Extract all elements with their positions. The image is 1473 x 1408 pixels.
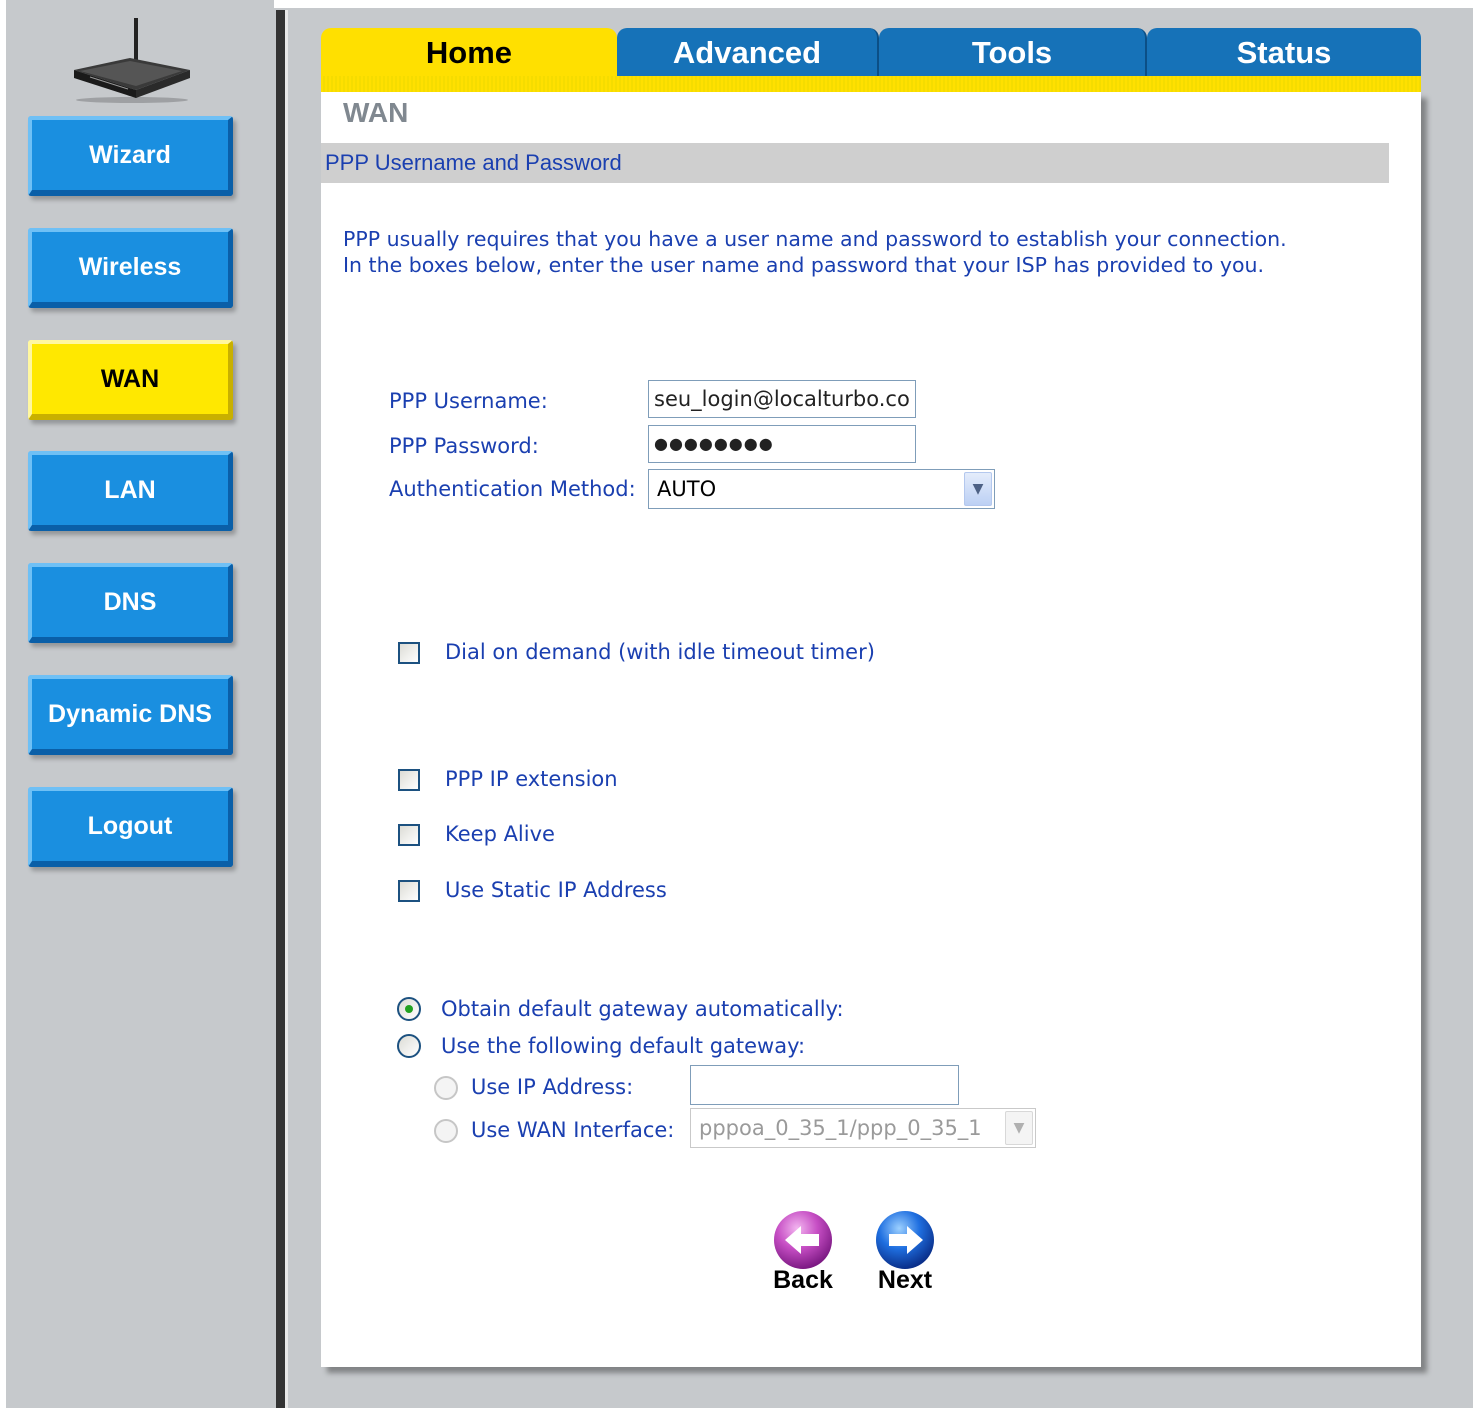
tab-advanced[interactable]: Advanced bbox=[617, 28, 879, 78]
tab-status[interactable]: Status bbox=[1147, 28, 1421, 78]
sidebar-item-wan[interactable]: WAN bbox=[28, 340, 233, 420]
content-panel: WAN PPP Username and Password PPP usuall… bbox=[321, 92, 1421, 1367]
sidebar-divider-highlight bbox=[285, 10, 288, 1408]
next-label: Next bbox=[877, 1266, 933, 1294]
wan-interface-value: pppoa_0_35_1/ppp_0_35_1 bbox=[699, 1116, 982, 1140]
sidebar-item-logout[interactable]: Logout bbox=[28, 787, 233, 867]
wan-interface-select[interactable]: pppoa_0_35_1/ppp_0_35_1 ▼ bbox=[690, 1108, 1036, 1148]
keep-alive-label: Keep Alive bbox=[445, 822, 555, 846]
use-following-gateway-label: Use the following default gateway: bbox=[441, 1034, 806, 1058]
router-icon bbox=[74, 18, 190, 103]
sidebar-item-dns[interactable]: DNS bbox=[28, 563, 233, 643]
next-button[interactable]: Next bbox=[869, 1210, 941, 1295]
gateway-ip-input[interactable] bbox=[690, 1065, 959, 1105]
password-label: PPP Password: bbox=[389, 434, 539, 458]
dial-on-demand-checkbox[interactable] bbox=[398, 642, 420, 664]
page-title: WAN bbox=[343, 97, 409, 128]
username-label: PPP Username: bbox=[389, 389, 548, 413]
sidebar-item-wireless[interactable]: Wireless bbox=[28, 228, 233, 308]
username-field[interactable]: seu_login@localturbo.co bbox=[648, 380, 916, 418]
tab-tools[interactable]: Tools bbox=[879, 28, 1147, 78]
ppp-ip-extension-label: PPP IP extension bbox=[445, 767, 618, 791]
sidebar-divider bbox=[276, 10, 285, 1408]
auth-method-label: Authentication Method: bbox=[389, 477, 636, 501]
dial-on-demand-label: Dial on demand (with idle timeout timer) bbox=[445, 640, 875, 664]
sidebar-item-dynamic-dns[interactable]: Dynamic DNS bbox=[28, 675, 233, 755]
auth-method-value: AUTO bbox=[657, 477, 717, 501]
password-field[interactable]: ●●●●●●●● bbox=[648, 425, 916, 463]
keep-alive-checkbox[interactable] bbox=[398, 824, 420, 846]
tab-underline bbox=[321, 76, 1421, 92]
back-label: Back bbox=[773, 1266, 833, 1294]
sidebar-item-wizard[interactable]: Wizard bbox=[28, 116, 233, 196]
sidebar-item-lan[interactable]: LAN bbox=[28, 451, 233, 531]
top-nav-tabs: Home Advanced Tools Status bbox=[321, 28, 1421, 78]
section-header: PPP Username and Password bbox=[321, 143, 1389, 183]
tab-home[interactable]: Home bbox=[321, 28, 617, 78]
chevron-down-icon[interactable]: ▼ bbox=[964, 472, 992, 506]
arrow-right-icon bbox=[876, 1211, 934, 1269]
use-ip-address-radio[interactable] bbox=[434, 1076, 458, 1100]
back-button[interactable]: Back bbox=[767, 1210, 839, 1295]
chevron-down-icon[interactable]: ▼ bbox=[1005, 1111, 1033, 1145]
intro-line-2: In the boxes below, enter the user name … bbox=[343, 253, 1265, 277]
static-ip-label: Use Static IP Address bbox=[445, 878, 667, 902]
obtain-gateway-label: Obtain default gateway automatically: bbox=[441, 997, 844, 1021]
obtain-gateway-radio[interactable] bbox=[397, 997, 421, 1021]
auth-method-select[interactable]: AUTO ▼ bbox=[648, 469, 995, 509]
use-ip-address-label: Use IP Address: bbox=[471, 1075, 634, 1099]
intro-text: PPP usually requires that you have a use… bbox=[343, 226, 1287, 278]
intro-line-1: PPP usually requires that you have a use… bbox=[343, 227, 1287, 251]
arrow-left-icon bbox=[774, 1211, 832, 1269]
static-ip-checkbox[interactable] bbox=[398, 880, 420, 902]
ppp-ip-extension-checkbox[interactable] bbox=[398, 769, 420, 791]
use-wan-interface-label: Use WAN Interface: bbox=[471, 1118, 675, 1142]
use-wan-interface-radio[interactable] bbox=[434, 1119, 458, 1143]
use-following-gateway-radio[interactable] bbox=[397, 1034, 421, 1058]
